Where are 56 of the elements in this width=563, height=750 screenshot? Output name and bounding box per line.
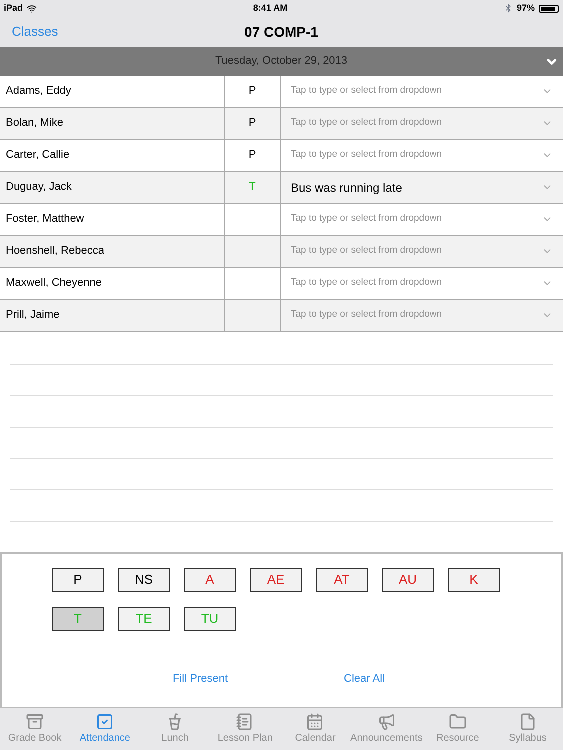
tab-bar-item[interactable]: Syllabus: [492, 712, 563, 746]
code-button[interactable]: T: [52, 607, 104, 631]
code-button[interactable]: P: [52, 568, 104, 592]
student-name: Hoenshell, Rebecca: [0, 236, 225, 267]
calendar-icon: [306, 712, 324, 730]
date-bar[interactable]: Tuesday, October 29, 2013: [0, 47, 563, 76]
code-button[interactable]: AU: [382, 568, 434, 592]
student-name: Maxwell, Cheyenne: [0, 268, 225, 299]
code-cell[interactable]: P: [225, 108, 281, 139]
action-link[interactable]: Clear All: [344, 671, 385, 688]
clock: 8:41 AM: [252, 2, 289, 15]
document-icon: [518, 712, 537, 730]
student-name: Bolan, Mike: [0, 108, 225, 139]
note-field[interactable]: Tap to type or select from dropdown: [281, 236, 563, 267]
back-button[interactable]: Classes: [12, 22, 58, 42]
note-field[interactable]: Tap to type or select from dropdown: [281, 300, 563, 331]
tab-bar-item[interactable]: Calendar: [280, 712, 351, 746]
note-field[interactable]: Tap to type or select from dropdown: [281, 108, 563, 139]
code-button[interactable]: K: [448, 568, 500, 592]
student-name: Duguay, Jack: [0, 172, 225, 203]
device-name: iPad: [4, 2, 24, 15]
battery-percent: 97%: [516, 2, 535, 15]
code-cell[interactable]: P: [225, 76, 281, 107]
tab-bar-item[interactable]: Announcements: [350, 712, 423, 746]
wifi-icon: [27, 4, 38, 14]
note-field[interactable]: Tap to type or select from dropdown: [281, 76, 563, 107]
note-field[interactable]: Tap to type or select from dropdown: [281, 140, 563, 171]
page-title: 07 COMP-1: [244, 22, 318, 42]
code-button[interactable]: TU: [184, 607, 236, 631]
student-name: Carter, Callie: [0, 140, 225, 171]
code-cell[interactable]: T: [225, 172, 281, 203]
code-button[interactable]: NS: [118, 568, 170, 592]
code-button[interactable]: A: [184, 568, 236, 592]
tab-bar-item[interactable]: Attendance: [70, 712, 140, 746]
code-button[interactable]: TE: [118, 607, 170, 631]
battery-icon: [539, 4, 559, 12]
tab-bar-item[interactable]: Lunch: [140, 712, 210, 746]
code-cell[interactable]: P: [225, 140, 281, 171]
bluetooth-icon: [504, 4, 513, 13]
tab-bar-item[interactable]: Grade Book: [0, 712, 70, 746]
code-button[interactable]: AE: [250, 568, 302, 592]
action-link[interactable]: Fill Present: [173, 671, 228, 688]
student-name: Foster, Matthew: [0, 204, 225, 235]
folder-icon: [448, 712, 467, 730]
checkbox-icon: [96, 712, 114, 730]
tab-bar-item[interactable]: Resource: [422, 712, 493, 746]
megaphone-icon: [378, 712, 396, 730]
student-name: Adams, Eddy: [0, 76, 225, 107]
note-field[interactable]: Bus was running late: [281, 172, 563, 203]
note-field[interactable]: Tap to type or select from dropdown: [281, 204, 563, 235]
note-field[interactable]: Tap to type or select from dropdown: [281, 268, 563, 299]
cabinet-icon: [26, 712, 44, 730]
code-button[interactable]: AT: [316, 568, 368, 592]
notepad-icon: [236, 712, 254, 730]
student-name: Prill, Jaime: [0, 300, 225, 331]
tab-bar-item[interactable]: Lesson Plan: [210, 712, 280, 746]
